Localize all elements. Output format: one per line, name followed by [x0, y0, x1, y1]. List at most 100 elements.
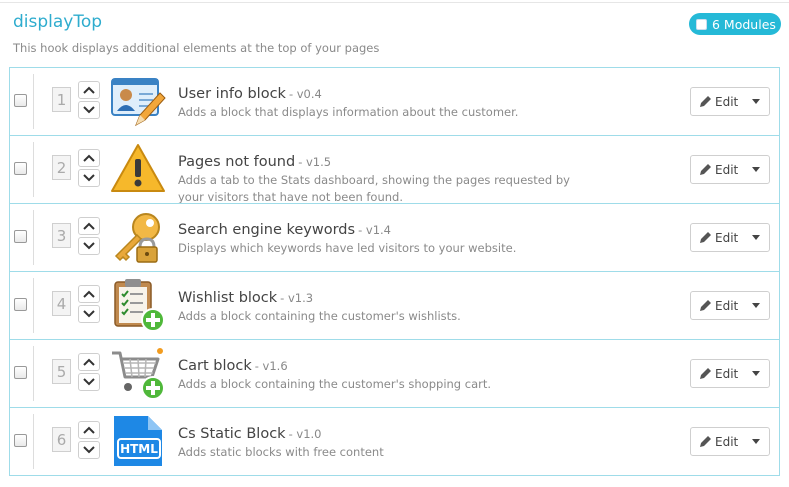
pencil-icon: [700, 368, 711, 379]
module-info: Pages not found - v1.5 Adds a tab to the …: [178, 151, 598, 206]
module-name: Cart block: [178, 358, 252, 374]
chevron-down-icon: [83, 446, 95, 454]
move-down-button[interactable]: [78, 305, 100, 323]
chevron-down-icon: [83, 242, 95, 250]
module-name: User info block: [178, 86, 286, 102]
pencil-icon: [700, 96, 711, 107]
caret-down-icon: [752, 439, 760, 444]
row-checkbox[interactable]: [14, 94, 27, 107]
row-checkbox[interactable]: [14, 434, 27, 447]
checkbox-icon: [696, 18, 707, 30]
chevron-up-icon: [83, 426, 95, 434]
module-name: Wishlist block: [178, 290, 278, 306]
row-divider: [33, 210, 34, 265]
caret-down-icon: [752, 371, 760, 376]
hook-title: displayTop: [13, 12, 103, 32]
cart-add-icon: [112, 348, 165, 400]
edit-action[interactable]: Edit: [691, 95, 743, 109]
edit-label: Edit: [715, 230, 739, 245]
row-checkbox[interactable]: [14, 366, 27, 379]
module-description: Adds a block containing the customer's s…: [178, 377, 492, 391]
row-checkbox[interactable]: [14, 298, 27, 311]
chevron-down-icon: [83, 378, 95, 386]
chevron-up-icon: [83, 358, 95, 366]
module-description: Adds a tab to the Stats dashboard, showi…: [178, 173, 570, 204]
module-description: Displays which keywords have led visitor…: [178, 241, 517, 255]
warning-icon: [111, 144, 165, 192]
modules-count-badge[interactable]: 6 Modules: [689, 13, 781, 35]
row-divider: [33, 346, 34, 401]
row-checkbox[interactable]: [14, 162, 27, 175]
move-up-button[interactable]: [78, 217, 100, 235]
module-version: - v0.4: [288, 87, 322, 101]
module-row: 6 HTML Cs Static Block - v1.0 Adds static…: [9, 407, 780, 476]
caret-down-icon: [752, 99, 760, 104]
edit-action[interactable]: Edit: [691, 299, 743, 313]
move-down-button[interactable]: [78, 441, 100, 459]
move-down-button[interactable]: [78, 237, 100, 255]
row-checkbox[interactable]: [14, 230, 27, 243]
top-divider: [0, 2, 789, 3]
html-icon-text: HTML: [120, 442, 158, 456]
pencil-icon: [700, 436, 711, 447]
chevron-down-icon: [83, 310, 95, 318]
module-description: Adds a block that displays information a…: [178, 105, 519, 119]
module-description: Adds a block containing the customer's w…: [178, 309, 461, 323]
edit-action[interactable]: Edit: [691, 163, 743, 177]
clipboard-add-icon: [114, 279, 165, 332]
move-up-button[interactable]: [78, 149, 100, 167]
module-info: User info block - v0.4 Adds a block that …: [178, 83, 598, 121]
caret-down-icon: [752, 235, 760, 240]
move-down-button[interactable]: [78, 101, 100, 119]
module-info: Cart block - v1.6 Adds a block containing…: [178, 355, 598, 393]
edit-dropdown-toggle[interactable]: [743, 371, 769, 376]
module-version: - v1.4: [358, 223, 391, 237]
row-divider: [33, 74, 34, 129]
move-down-button[interactable]: [78, 373, 100, 391]
html-file-icon: HTML: [114, 416, 162, 466]
module-row: 2 Pages not found - v1.5 Adds a tab to th…: [9, 135, 780, 206]
hook-description: This hook displays additional elements a…: [13, 41, 380, 55]
edit-action[interactable]: Edit: [691, 231, 743, 245]
edit-dropdown-toggle[interactable]: [743, 439, 769, 444]
module-description: Adds static blocks with free content: [178, 445, 384, 459]
module-row: 3 Search engine keywords - v1.4 Displays …: [9, 203, 780, 271]
edit-action[interactable]: Edit: [691, 367, 743, 381]
position-number: 2: [52, 155, 71, 180]
position-number: 4: [52, 291, 71, 316]
edit-button[interactable]: Edit: [690, 87, 770, 116]
edit-button[interactable]: Edit: [690, 359, 770, 388]
module-version: - v1.3: [280, 291, 314, 305]
edit-dropdown-toggle[interactable]: [743, 167, 769, 172]
chevron-up-icon: [83, 154, 95, 162]
edit-action[interactable]: Edit: [691, 435, 743, 449]
edit-dropdown-toggle[interactable]: [743, 99, 769, 104]
edit-label: Edit: [715, 94, 739, 109]
edit-button[interactable]: Edit: [690, 291, 770, 320]
caret-down-icon: [752, 167, 760, 172]
position-number: 3: [52, 223, 71, 248]
row-divider: [33, 278, 34, 333]
chevron-down-icon: [83, 174, 95, 182]
edit-dropdown-toggle[interactable]: [743, 303, 769, 308]
module-name: Cs Static Block: [178, 426, 286, 442]
module-info: Wishlist block - v1.3 Adds a block contai…: [178, 287, 598, 325]
edit-dropdown-toggle[interactable]: [743, 235, 769, 240]
module-row: 5 Cart block - v1.6 Adds a block containi…: [9, 339, 780, 407]
modules-count-label: 6 Modules: [712, 16, 776, 32]
move-up-button[interactable]: [78, 353, 100, 371]
module-version: - v1.5: [298, 155, 332, 169]
move-up-button[interactable]: [78, 285, 100, 303]
move-down-button[interactable]: [78, 169, 100, 187]
module-list: 1 User info block - v0.4 Adds a block tha…: [9, 67, 780, 476]
row-divider: [33, 414, 34, 469]
edit-button[interactable]: Edit: [690, 427, 770, 456]
pencil-icon: [700, 300, 711, 311]
move-up-button[interactable]: [78, 81, 100, 99]
move-up-button[interactable]: [78, 421, 100, 439]
edit-button[interactable]: Edit: [690, 155, 770, 184]
chevron-up-icon: [83, 222, 95, 230]
edit-label: Edit: [715, 434, 739, 449]
chevron-up-icon: [83, 290, 95, 298]
edit-button[interactable]: Edit: [690, 223, 770, 252]
